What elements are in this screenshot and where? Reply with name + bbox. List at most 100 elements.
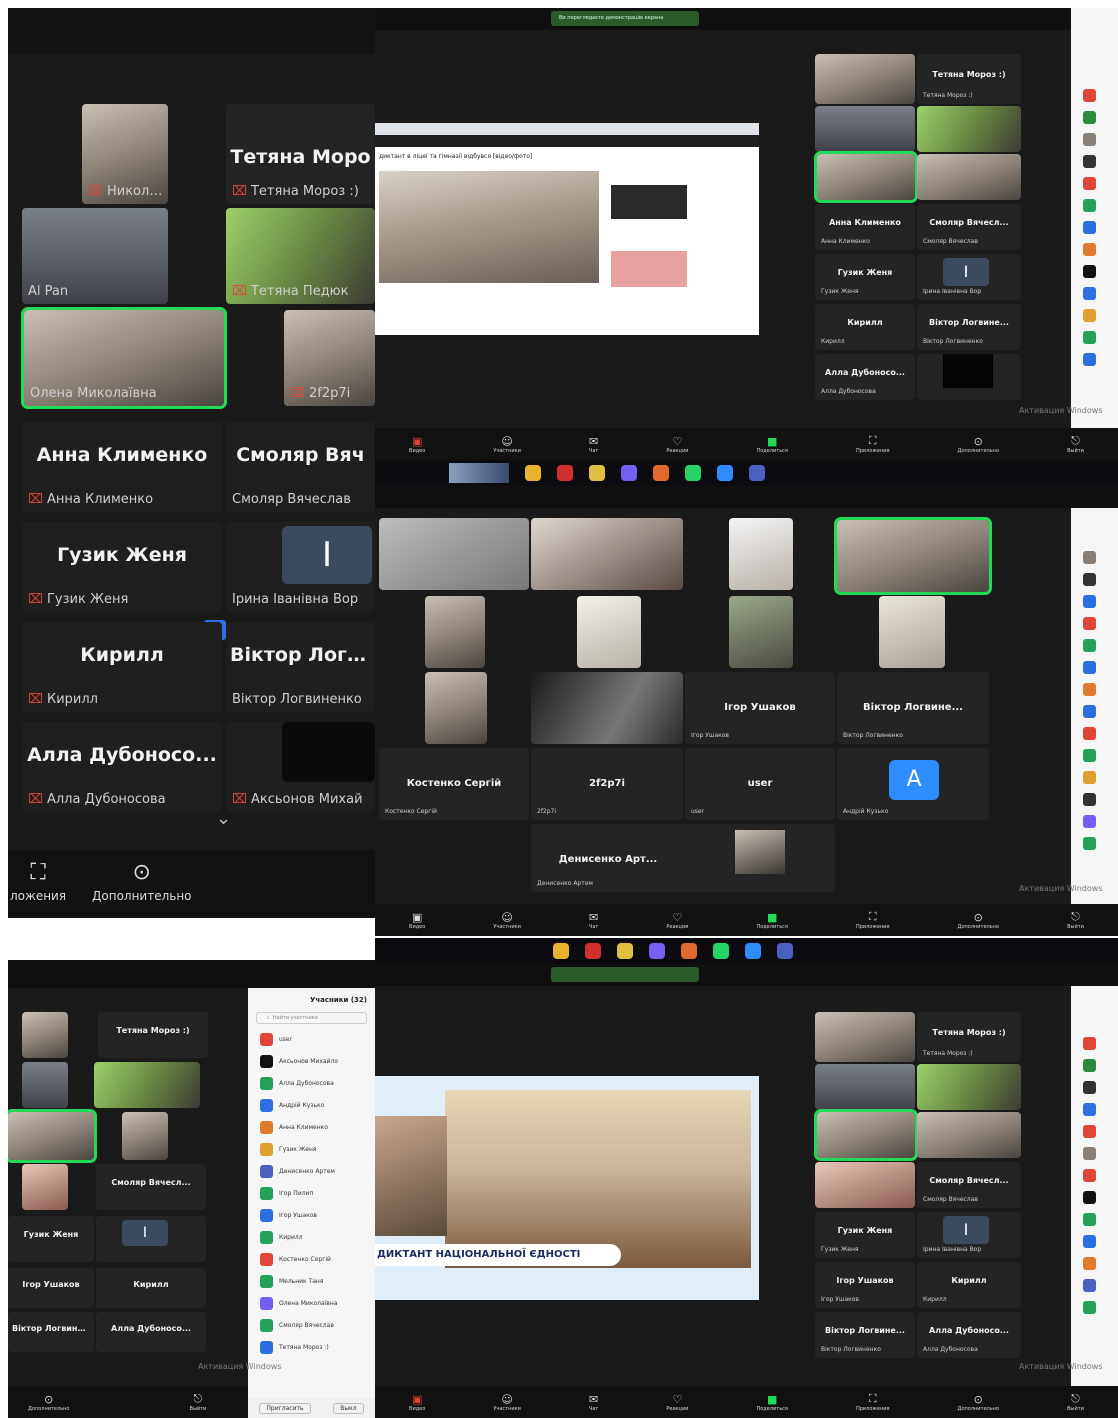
- video-button[interactable]: ▣ Видео: [409, 1393, 425, 1412]
- tile-olena-d[interactable]: [8, 1109, 97, 1163]
- sidebar-row[interactable]: [1071, 1142, 1118, 1164]
- sidebar-row[interactable]: [1071, 106, 1118, 128]
- tile-smolyar[interactable]: Смоляр Вяч Смоляр Вячеслав: [226, 422, 375, 512]
- sidebar-row[interactable]: [1071, 546, 1118, 568]
- tile-denysenko[interactable]: Денисенко Арт... Денисенко Артем: [531, 824, 835, 892]
- viber-icon[interactable]: [621, 465, 637, 481]
- sidebar-row[interactable]: [1071, 1098, 1118, 1120]
- share-button[interactable]: ■ Поделиться: [756, 911, 787, 930]
- sidebar-row[interactable]: [1071, 744, 1118, 766]
- sidebar-row[interactable]: [1071, 1274, 1118, 1296]
- share-button[interactable]: ■ Поделиться: [756, 435, 787, 454]
- tile-iryna[interactable]: І Ірина Іванівна Вор: [226, 522, 375, 612]
- folder-icon[interactable]: [589, 465, 605, 481]
- reactions-button[interactable]: ♡ Реакции: [666, 911, 688, 930]
- tile-notebook[interactable]: [577, 596, 641, 668]
- zoom-icon[interactable]: [745, 943, 761, 959]
- sidebar-row[interactable]: [1071, 194, 1118, 216]
- firefox-icon[interactable]: [681, 943, 697, 959]
- tile-texture[interactable]: [531, 672, 683, 744]
- tile-iryna-video[interactable]: [729, 596, 793, 668]
- sidebar-row[interactable]: [1071, 678, 1118, 700]
- sidebar-row[interactable]: [1071, 304, 1118, 326]
- tile-paper-3[interactable]: [729, 518, 793, 590]
- app-icon[interactable]: [749, 465, 765, 481]
- viber-icon[interactable]: [649, 943, 665, 959]
- sidebar-row[interactable]: [1071, 810, 1118, 832]
- sidebar-row[interactable]: [1071, 1296, 1118, 1318]
- participant-row[interactable]: Олена Миколаївна: [248, 1292, 375, 1314]
- tile-nikolai-small[interactable]: [815, 54, 915, 104]
- sidebar-row[interactable]: [1071, 788, 1118, 810]
- tile-pedyuk-d[interactable]: [94, 1062, 200, 1108]
- sidebar-row[interactable]: [1071, 1208, 1118, 1230]
- tile-dubonosova-e[interactable]: Алла Дубоносо... Алла Дубоносова: [917, 1312, 1021, 1358]
- tile-alpan-small[interactable]: [815, 106, 915, 152]
- chevron-down-icon[interactable]: ⌄: [216, 808, 231, 829]
- tile-pedyuk[interactable]: ⌧ Тетяна Педюк: [226, 208, 375, 304]
- tile-2f2p7i-d[interactable]: [122, 1112, 168, 1160]
- participant-row[interactable]: Гузик Женя: [248, 1138, 375, 1160]
- tile-dubonosova-d[interactable]: Алла Дубоносо...: [96, 1312, 206, 1352]
- sidebar-row[interactable]: [1071, 84, 1118, 106]
- sidebar-row[interactable]: [1071, 1164, 1118, 1186]
- tile-aksyonov[interactable]: ⌧ Аксьонов Михай: [226, 722, 375, 812]
- participants-button[interactable]: ☺ Участники: [493, 435, 521, 454]
- mute-button[interactable]: Выкл: [333, 1402, 364, 1414]
- tile-moroz[interactable]: Тетяна Моро ⌧ Тетяна Мороз :): [226, 104, 375, 204]
- opera-icon[interactable]: [585, 943, 601, 959]
- sidebar-row[interactable]: [1071, 700, 1118, 722]
- sidebar-row[interactable]: [1071, 1252, 1118, 1274]
- tile-al-pan[interactable]: Al Pan: [22, 208, 168, 304]
- tile-kyrylo[interactable]: Кирилл ⌧ Кирилл: [22, 622, 222, 712]
- tile-moroz-small[interactable]: Тетяна Мороз :) Тетяна Мороз :): [917, 54, 1021, 104]
- tile-nikolai[interactable]: ⌧Николай Тамко: [82, 104, 168, 204]
- participant-row[interactable]: Смоляр Вячеслав: [248, 1314, 375, 1336]
- more-button[interactable]: ⊙ Дополнительно: [28, 1393, 69, 1412]
- sidebar-row[interactable]: [1071, 1032, 1118, 1054]
- tile-smolyar-d-video[interactable]: [22, 1164, 68, 1210]
- apps-button[interactable]: ⛶ Приложения: [856, 434, 890, 454]
- tile-smolyar-small[interactable]: Смоляр Вячесл... Смоляр Вячеслав: [917, 204, 1021, 250]
- tile-olena-active[interactable]: Олена Миколаївна: [21, 307, 227, 409]
- tile-smolyar-d[interactable]: Смоляр Вячесл...: [96, 1164, 206, 1210]
- tile-alpan-d[interactable]: [22, 1062, 68, 1108]
- sidebar-row[interactable]: [1071, 150, 1118, 172]
- tile-smolyar-e[interactable]: Смоляр Вячесл... Смоляр Вячеслав: [917, 1162, 1021, 1208]
- tile-kyrylo-d[interactable]: Кирилл: [96, 1268, 206, 1308]
- tile-logvynenko-e[interactable]: Віктор Логвине... Віктор Логвиненко: [815, 1312, 915, 1358]
- participant-row[interactable]: Алла Дубоносова: [248, 1072, 375, 1094]
- tile-guzik-e[interactable]: Гузик Женя Гузик Женя: [815, 1212, 915, 1258]
- firefox-icon[interactable]: [653, 465, 669, 481]
- tile-logvynenko-full[interactable]: Віктор Логвине... Віктор Логвиненко: [837, 672, 989, 744]
- tile-pedyuk-e[interactable]: [917, 1064, 1021, 1110]
- apps-button[interactable]: ⛶ Приложения: [856, 910, 890, 930]
- sidebar-row[interactable]: [1071, 832, 1118, 854]
- sidebar-row[interactable]: [1071, 260, 1118, 282]
- sidebar-row[interactable]: [1071, 216, 1118, 238]
- leave-button[interactable]: ⎋ Выйти: [1067, 910, 1084, 930]
- tile-2f2p7i-e[interactable]: [917, 1112, 1021, 1158]
- tile-ushakov[interactable]: Ігор Ушаков Ігор Ушаков: [685, 672, 835, 744]
- tile-ushakov-e[interactable]: Ігор Ушаков Ігор Ушаков: [815, 1262, 915, 1308]
- tile-nikolai-e[interactable]: [815, 1012, 915, 1062]
- sidebar-row[interactable]: [1071, 348, 1118, 370]
- tile-dubonosova[interactable]: Алла Дубоносо... ⌧ Алла Дубоносова: [22, 722, 222, 812]
- video-button[interactable]: ▣ Видео: [409, 911, 425, 930]
- more-button[interactable]: ⊙ Дополнительно: [958, 435, 999, 454]
- sidebar-row[interactable]: [1071, 238, 1118, 260]
- sidebar-row[interactable]: [1071, 656, 1118, 678]
- tile-logvynenko-d[interactable]: Віктор Логвине...: [8, 1312, 94, 1352]
- sidebar-row[interactable]: [1071, 1054, 1118, 1076]
- participant-row[interactable]: Мельник Таня: [248, 1270, 375, 1292]
- tile-pedyuk-small[interactable]: [917, 106, 1021, 152]
- tile-guzik-video[interactable]: [879, 596, 945, 668]
- tile-paper-2[interactable]: [531, 518, 683, 590]
- tile-logvynenko[interactable]: Віктор Логви Віктор Логвиненко: [226, 622, 375, 712]
- leave-button[interactable]: ⎋ Выйти: [1067, 1392, 1084, 1412]
- chat-button[interactable]: ✉ Чат: [589, 911, 598, 930]
- tile-paper-1[interactable]: [379, 518, 529, 590]
- tile-2f2p7i[interactable]: ⌧ 2f2p7i: [284, 310, 375, 406]
- sidebar-row[interactable]: [1071, 1230, 1118, 1252]
- sidebar-row[interactable]: [1071, 128, 1118, 150]
